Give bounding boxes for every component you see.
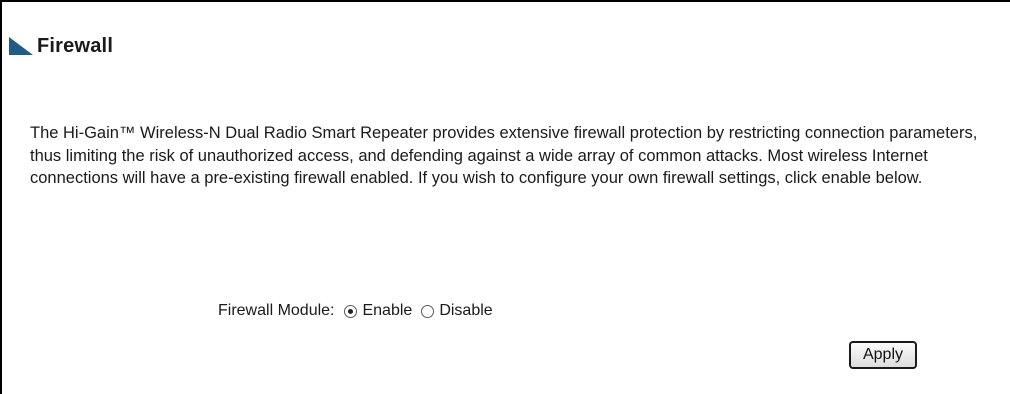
frame-top-border — [0, 0, 1010, 2]
page-title: Firewall — [37, 34, 114, 57]
firewall-module-row: Firewall Module: Enable Disable — [218, 300, 502, 322]
enable-radio[interactable] — [344, 304, 358, 318]
triangle-marker-icon — [9, 37, 33, 55]
apply-button[interactable]: Apply — [849, 341, 917, 369]
disable-radio[interactable] — [421, 304, 435, 318]
section-header: Firewall — [9, 33, 113, 59]
disable-option[interactable]: Disable — [421, 302, 493, 320]
enable-option[interactable]: Enable — [344, 302, 412, 320]
disable-label: Disable — [439, 302, 493, 319]
enable-label: Enable — [362, 302, 413, 319]
firewall-module-label: Firewall Module: — [218, 302, 335, 319]
frame-left-border — [0, 0, 2, 394]
firewall-description: The Hi-Gain™ Wireless-N Dual Radio Smart… — [30, 124, 978, 187]
